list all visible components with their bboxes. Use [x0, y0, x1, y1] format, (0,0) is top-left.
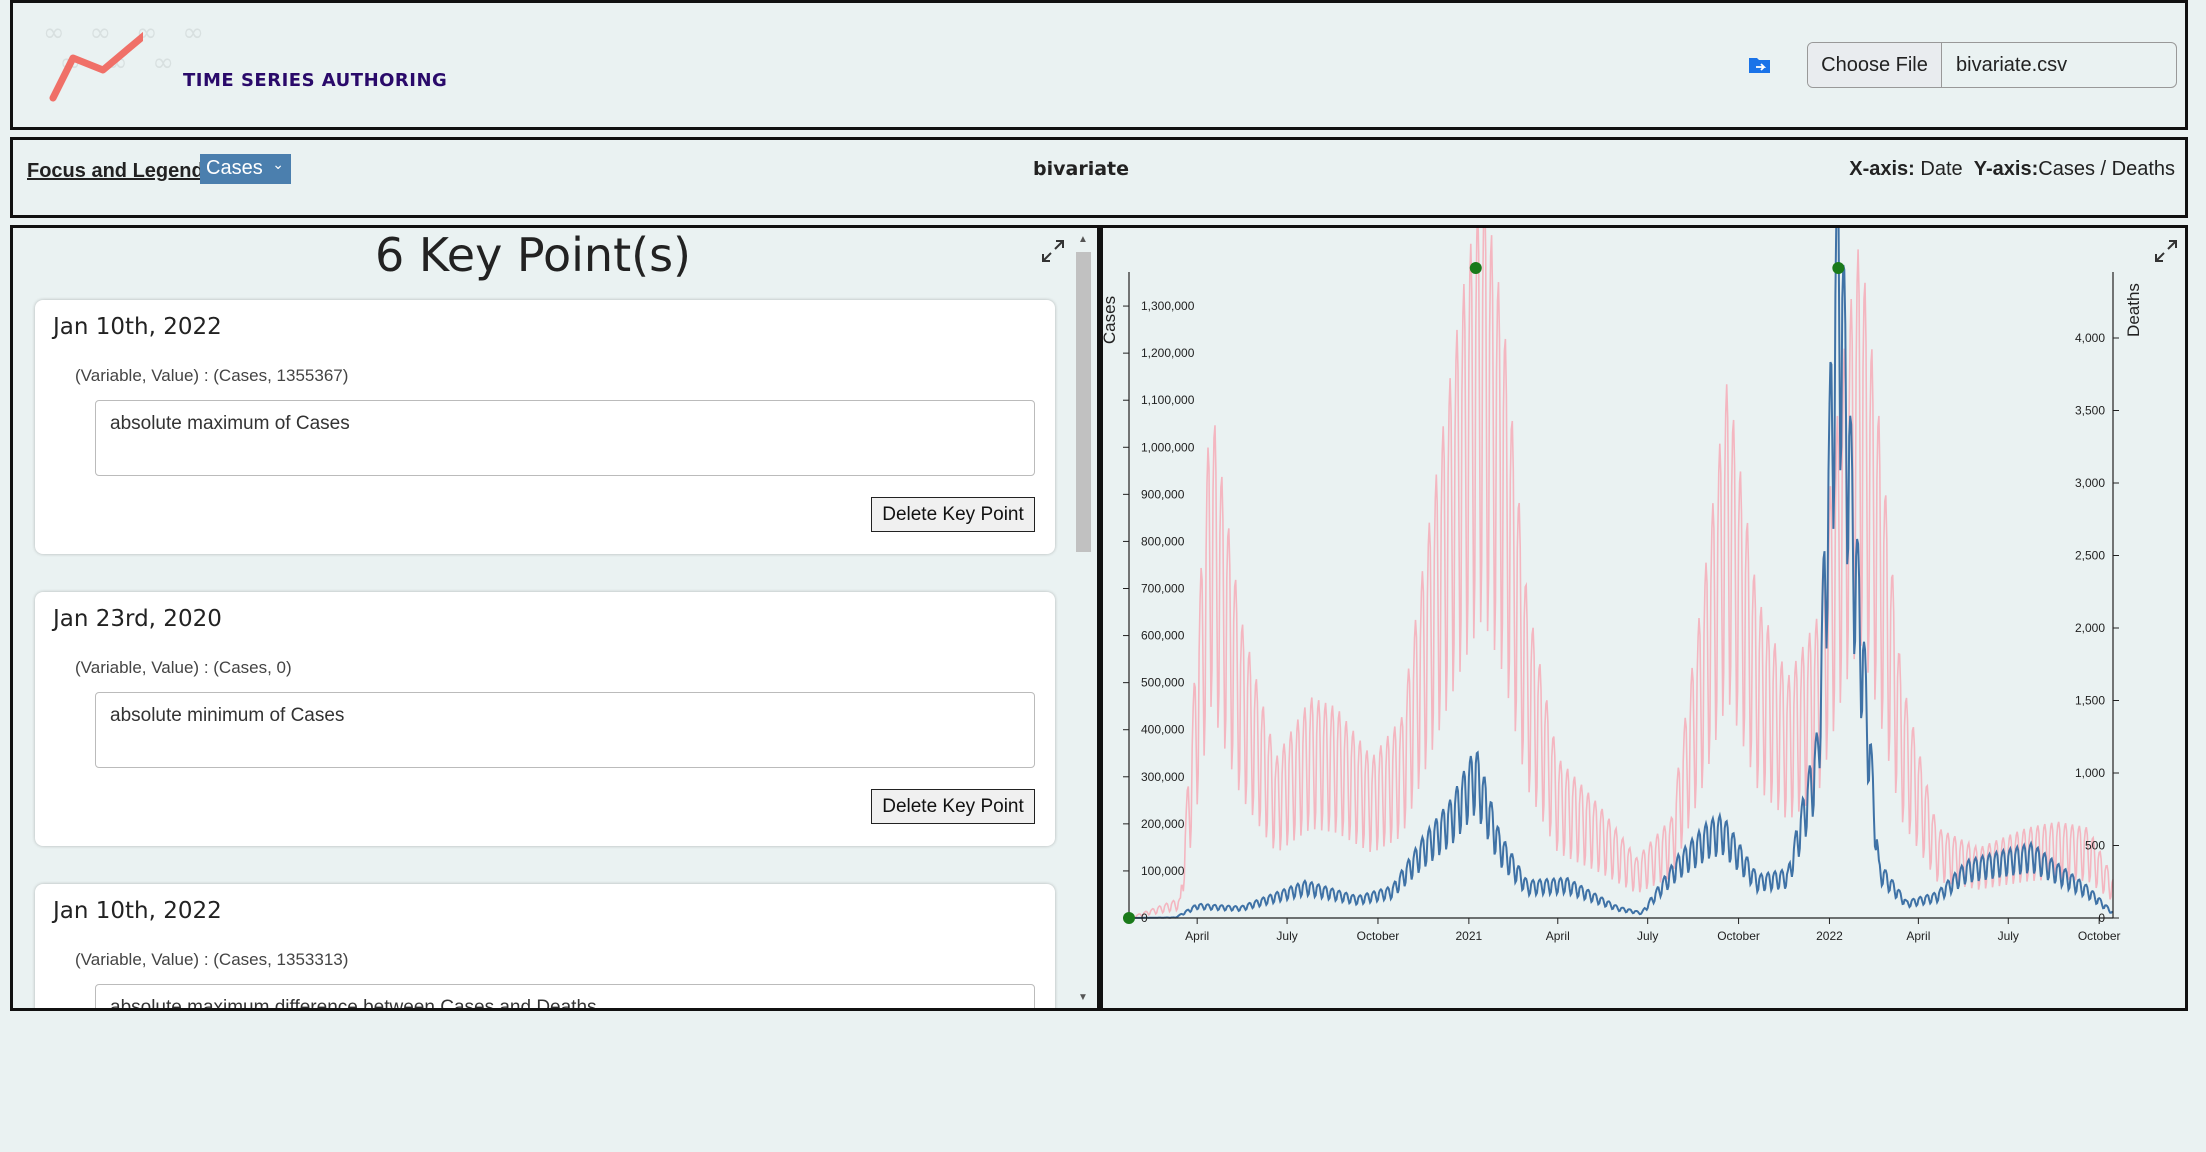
- focus-legend-link[interactable]: Focus and Legend: [27, 160, 204, 183]
- right-tick-label: 1,000: [2075, 766, 2105, 780]
- left-tick-label: 600,000: [1141, 629, 1185, 643]
- right-tick-label: 3,000: [2075, 476, 2105, 490]
- key-point-date: Jan 10th, 2022: [53, 314, 222, 340]
- key-point-note-input[interactable]: absolute maximum of Cases: [95, 400, 1035, 476]
- x-tick-label: July: [1276, 929, 1297, 943]
- key-point-note-input[interactable]: absolute minimum of Cases: [95, 692, 1035, 768]
- x-axis-label: X-axis:: [1849, 158, 1915, 180]
- key-point-marker[interactable]: [1832, 262, 1845, 274]
- left-tick-label: 500,000: [1141, 676, 1185, 690]
- left-tick-label: 200,000: [1141, 817, 1185, 831]
- x-tick-label: October: [1717, 929, 1760, 943]
- expand-icon[interactable]: [2153, 238, 2179, 264]
- series-line-deaths: [1128, 228, 2114, 919]
- key-points-panel: 6 Key Point(s) Jan 10th, 2022 (Variable,…: [10, 225, 1100, 1011]
- left-tick-label: 1,100,000: [1141, 393, 1195, 407]
- scrollbar[interactable]: ▲ ▼: [1073, 232, 1093, 1008]
- dataset-name: bivariate: [1033, 158, 1129, 180]
- left-tick-label: 1,200,000: [1141, 346, 1195, 360]
- left-tick-label: 1,000,000: [1141, 440, 1195, 454]
- key-points-title: 6 Key Point(s): [375, 228, 691, 282]
- key-point-card: Jan 23rd, 2020 (Variable, Value) : (Case…: [35, 592, 1055, 846]
- right-tick-label: 1,500: [2075, 694, 2105, 708]
- left-tick-label: 400,000: [1141, 723, 1185, 737]
- x-tick-label: July: [1637, 929, 1658, 943]
- file-input[interactable]: Choose File bivariate.csv: [1807, 42, 2177, 88]
- right-tick-label: 4,000: [2075, 331, 2105, 345]
- right-tick-label: 3,500: [2075, 404, 2105, 418]
- y-axis-value: Cases / Deaths: [2038, 158, 2175, 180]
- left-tick-label: 900,000: [1141, 487, 1185, 501]
- left-axis-title: Cases: [1103, 296, 1119, 344]
- key-point-marker[interactable]: [1123, 912, 1135, 924]
- app-title: TIME SERIES AUTHORING: [183, 70, 448, 91]
- x-tick-label: 2021: [1456, 929, 1483, 943]
- x-tick-label: 2022: [1816, 929, 1843, 943]
- key-point-note-input[interactable]: absolute maximum difference between Case…: [95, 984, 1035, 1008]
- choose-file-button[interactable]: Choose File: [1808, 43, 1942, 87]
- right-tick-label: 2,500: [2075, 549, 2105, 563]
- x-tick-label: April: [1185, 929, 1209, 943]
- series-line-cases: [1129, 228, 2114, 919]
- axes-info: X-axis: Date Y-axis:Cases / Deaths: [1849, 158, 2175, 181]
- chart-panel: April July October 2021 April July October 2022…: [1100, 225, 2188, 1011]
- delete-key-point-button[interactable]: Delete Key Point: [871, 497, 1035, 532]
- left-tick-label: 800,000: [1141, 534, 1185, 548]
- left-tick-label: 700,000: [1141, 581, 1185, 595]
- time-series-chart[interactable]: April July October 2021 April July October 2022…: [1103, 228, 2185, 1008]
- key-point-date: Jan 10th, 2022: [53, 898, 222, 924]
- right-tick-label: 0: [2098, 911, 2105, 925]
- key-point-card: Jan 10th, 2022 (Variable, Value) : (Case…: [35, 300, 1055, 554]
- key-point-variable-value: (Variable, Value) : (Cases, 1355367): [75, 366, 349, 385]
- focus-toolbar: Focus and Legend Cases ⌄ bivariate X-axi…: [10, 137, 2188, 218]
- right-tick-label: 2,000: [2075, 621, 2105, 635]
- x-tick-label: April: [1546, 929, 1570, 943]
- chevron-down-icon: ⌄: [272, 156, 284, 172]
- y-axis-label: Y-axis:: [1973, 158, 2039, 180]
- delete-key-point-button[interactable]: Delete Key Point: [871, 789, 1035, 824]
- key-point-variable-value: (Variable, Value) : (Cases, 1353313): [75, 950, 349, 969]
- x-tick-label: October: [1357, 929, 1400, 943]
- focus-select[interactable]: Cases ⌄: [200, 154, 291, 184]
- folder-icon[interactable]: [1748, 55, 1772, 75]
- key-point-variable-value: (Variable, Value) : (Cases, 0): [75, 658, 292, 677]
- app-logo: ∞ ∞ ∞ ∞ ∞ ∞ ∞ TIME SERIES AUTHORING: [33, 18, 473, 118]
- x-tick-label: October: [2078, 929, 2121, 943]
- focus-select-value: Cases: [206, 157, 263, 179]
- key-point-card: Jan 10th, 2022 (Variable, Value) : (Case…: [35, 884, 1055, 1008]
- x-tick-label: April: [1906, 929, 1930, 943]
- left-tick-label: 100,000: [1141, 864, 1185, 878]
- left-tick-label: 1,300,000: [1141, 299, 1195, 313]
- right-tick-label: 500: [2085, 839, 2105, 853]
- scroll-down-icon[interactable]: ▼: [1078, 992, 1088, 1003]
- left-tick-label: 300,000: [1141, 770, 1185, 784]
- x-tick-label: July: [1998, 929, 2019, 943]
- right-axis-title: Deaths: [2124, 283, 2143, 337]
- scroll-thumb[interactable]: [1076, 252, 1091, 552]
- file-name-text: bivariate.csv: [1956, 54, 2068, 76]
- x-axis-value: Date: [1920, 158, 1963, 180]
- trend-line-icon: [49, 31, 143, 102]
- left-tick-label: 0: [1141, 911, 1148, 925]
- scroll-up-icon[interactable]: ▲: [1078, 234, 1088, 245]
- app-header: ∞ ∞ ∞ ∞ ∞ ∞ ∞ TIME SERIES AUTHORING Choo…: [10, 0, 2188, 130]
- expand-icon[interactable]: [1040, 238, 1066, 264]
- key-point-marker[interactable]: [1469, 262, 1482, 274]
- key-point-date: Jan 23rd, 2020: [53, 606, 222, 632]
